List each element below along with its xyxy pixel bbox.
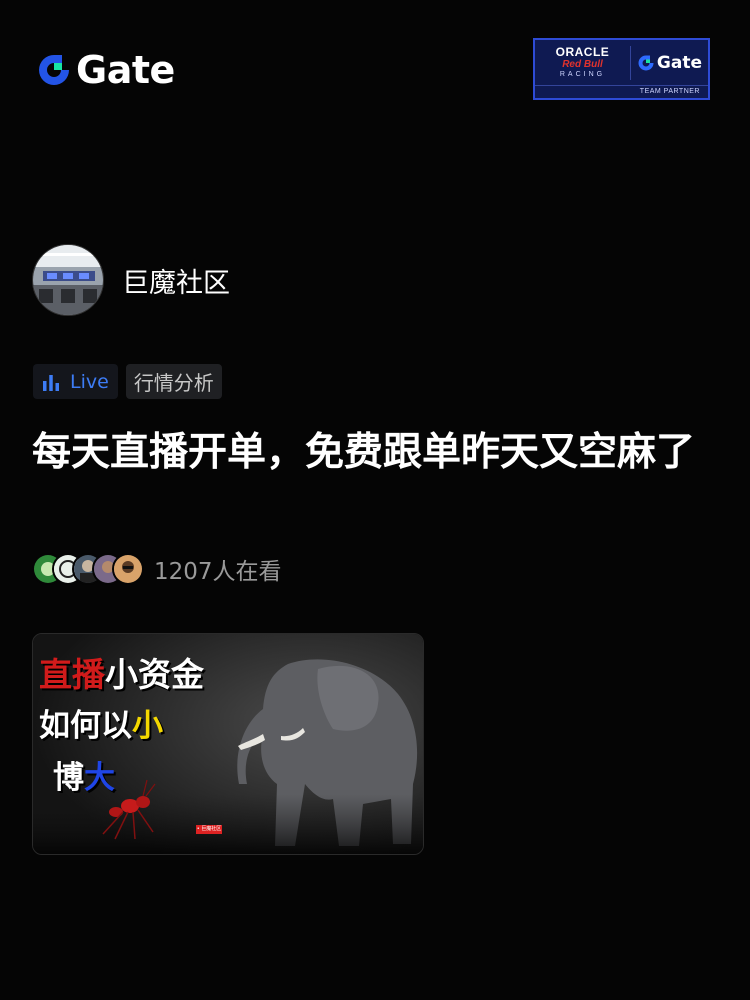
viewer-count: 1207人在看 xyxy=(154,559,282,585)
live-bars-icon xyxy=(43,374,59,391)
live-tag-label: Live xyxy=(70,370,109,393)
viewer-row: 1207人在看 xyxy=(32,552,282,586)
author-avatar[interactable] xyxy=(32,244,104,316)
post-page: Gate ORACLE Red Bull RACING Gate TEAM PA… xyxy=(0,0,750,1000)
post-title: 每天直播开单，免费跟单昨天又空麻了 xyxy=(32,430,696,475)
thumb-text-small-capital: 小资金 xyxy=(105,655,204,694)
author-name[interactable]: 巨魔社区 xyxy=(122,261,230,300)
author-row[interactable]: 巨魔社区 xyxy=(32,244,230,316)
oracle-redbull-logo: ORACLE Red Bull RACING xyxy=(541,46,624,79)
thumb-text-live: 直播 xyxy=(39,655,105,694)
partner-divider xyxy=(629,45,631,80)
office-photo-icon xyxy=(33,245,103,315)
category-tag[interactable]: 行情分析 xyxy=(125,364,222,399)
partner-gate-text: Gate xyxy=(656,52,702,73)
tag-row: Live 行情分析 xyxy=(33,364,222,399)
team-partner-label: TEAM PARTNER xyxy=(535,85,708,98)
live-thumbnail[interactable]: 直播小资金 如何以小 博大 • 巨魔社区 xyxy=(32,633,424,855)
thumb-line-1: 直播小资金 xyxy=(39,648,204,696)
viewer-avatar xyxy=(112,553,144,585)
partner-gate-logo: Gate xyxy=(637,53,702,73)
thumb-text-small: 小 xyxy=(132,708,163,744)
team-partner-badge: ORACLE Red Bull RACING Gate TEAM PARTNER xyxy=(533,38,710,100)
thumb-line-2: 如何以小 xyxy=(39,700,163,745)
logo-text: Gate xyxy=(76,48,175,92)
racing-text: RACING xyxy=(559,71,606,78)
thumb-text-big: 大 xyxy=(84,760,115,796)
gate-logo-icon xyxy=(39,55,69,85)
category-tag-label: 行情分析 xyxy=(133,371,214,395)
gate-small-icon xyxy=(638,55,654,70)
thumb-badge: • 巨魔社区 xyxy=(196,825,222,834)
oracle-text: ORACLE xyxy=(555,45,610,59)
thumb-text-bet: 博 xyxy=(53,760,84,796)
thumb-text-how: 如何以 xyxy=(39,708,132,744)
viewer-avatars xyxy=(32,553,144,585)
gate-logo[interactable]: Gate xyxy=(36,50,175,90)
redbull-text: Red Bull xyxy=(562,59,603,70)
thumb-line-3: 博大 xyxy=(53,752,115,797)
partner-row: ORACLE Red Bull RACING Gate xyxy=(535,40,708,85)
live-tag[interactable]: Live xyxy=(33,364,118,399)
